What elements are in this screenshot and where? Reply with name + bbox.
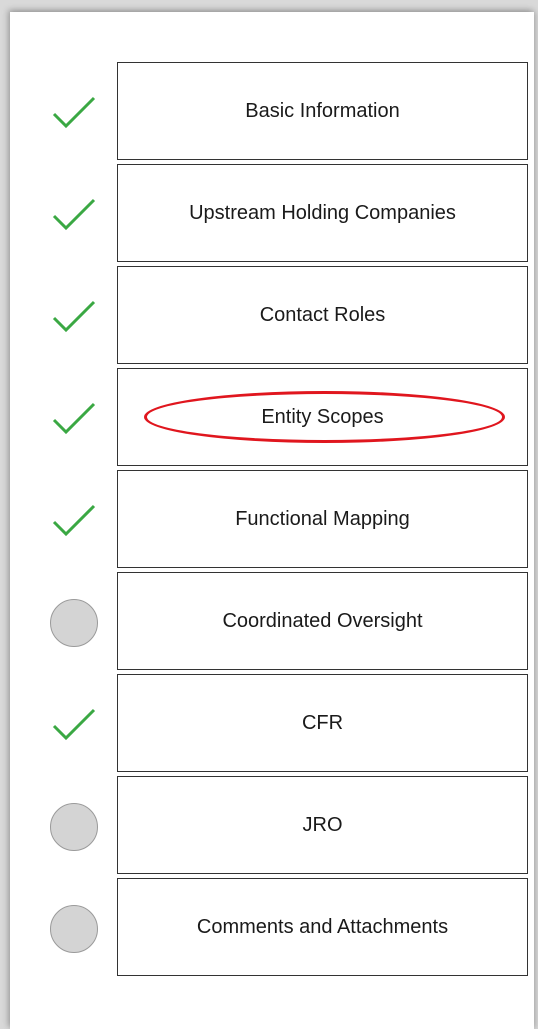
- checkmark-icon: [48, 189, 100, 241]
- step-label: Comments and Attachments: [196, 915, 449, 938]
- step-row-comments-and-attachments: Comments and Attachments: [10, 878, 534, 980]
- pending-circle-icon: [48, 597, 100, 649]
- step-label: Basic Information: [245, 99, 400, 122]
- step-label: JRO: [302, 813, 343, 836]
- step-row-coordinated-oversight: Coordinated Oversight: [10, 572, 534, 674]
- step-row-basic-information: Basic Information: [10, 62, 534, 164]
- step-label: CFR: [301, 711, 344, 734]
- step-list: Basic Information Upstream Holding Compa…: [10, 62, 534, 980]
- step-label: Upstream Holding Companies: [189, 201, 456, 224]
- step-row-cfr: CFR: [10, 674, 534, 776]
- step-button-functional-mapping[interactable]: Functional Mapping: [117, 470, 528, 568]
- step-row-jro: JRO: [10, 776, 534, 878]
- step-button-coordinated-oversight[interactable]: Coordinated Oversight: [117, 572, 528, 670]
- step-row-contact-roles: Contact Roles: [10, 266, 534, 368]
- step-button-upstream-holding-companies[interactable]: Upstream Holding Companies: [117, 164, 528, 262]
- step-button-cfr[interactable]: CFR: [117, 674, 528, 772]
- step-label: Coordinated Oversight: [222, 609, 423, 632]
- step-button-comments-and-attachments[interactable]: Comments and Attachments: [117, 878, 528, 976]
- checkmark-icon: [48, 87, 100, 139]
- step-row-entity-scopes: Entity Scopes: [10, 368, 534, 470]
- checkmark-icon: [48, 393, 100, 445]
- step-button-basic-information[interactable]: Basic Information: [117, 62, 528, 160]
- pending-circle-icon: [48, 801, 100, 853]
- checkmark-icon: [48, 699, 100, 751]
- step-button-contact-roles[interactable]: Contact Roles: [117, 266, 528, 364]
- checkmark-icon: [48, 291, 100, 343]
- step-label: Functional Mapping: [235, 507, 410, 530]
- step-button-jro[interactable]: JRO: [117, 776, 528, 874]
- step-row-functional-mapping: Functional Mapping: [10, 470, 534, 572]
- checkmark-icon: [48, 495, 100, 547]
- step-button-entity-scopes[interactable]: Entity Scopes: [117, 368, 528, 466]
- steps-panel: Basic Information Upstream Holding Compa…: [10, 12, 534, 1029]
- step-label: Contact Roles: [259, 303, 386, 326]
- step-label: Entity Scopes: [261, 405, 384, 428]
- step-row-upstream-holding-companies: Upstream Holding Companies: [10, 164, 534, 266]
- pending-circle-icon: [48, 903, 100, 955]
